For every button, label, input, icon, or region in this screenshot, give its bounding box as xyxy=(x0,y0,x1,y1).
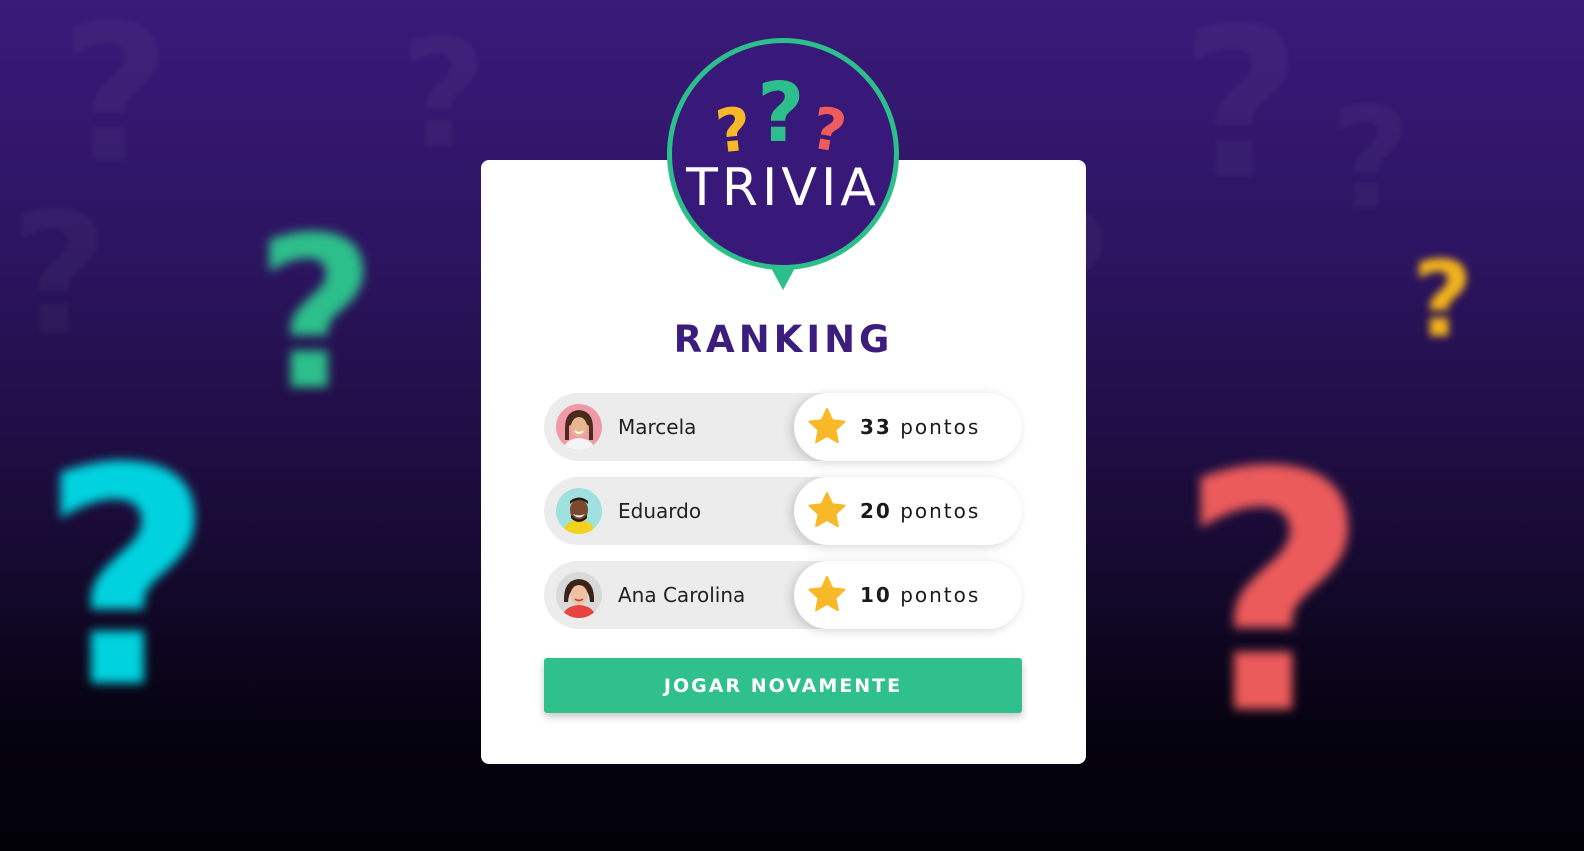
play-again-button[interactable]: JOGAR NOVAMENTE xyxy=(544,658,1022,713)
ranking-row: Eduardo 20 pontos xyxy=(544,477,1022,545)
score-text: 20 pontos xyxy=(860,477,980,545)
faint-question-icon: ? xyxy=(60,0,170,190)
avatar-ana-carolina xyxy=(556,572,602,618)
player-name: Ana Carolina xyxy=(618,583,746,607)
faint-question-icon: ? xyxy=(10,190,109,360)
star-icon xyxy=(808,408,846,444)
trivia-title: TRIVIA xyxy=(686,158,880,218)
cyan-question-icon: ? xyxy=(40,405,215,754)
faint-question-icon: ? xyxy=(400,20,487,170)
green-question-icon: ? xyxy=(255,192,377,437)
trivia-badge-circle: ? ? ? TRIVIA xyxy=(667,38,899,270)
player-name: Eduardo xyxy=(618,499,702,523)
faint-question-icon: ? xyxy=(1180,0,1302,210)
faint-question-icon: ? xyxy=(1330,90,1411,230)
score-pill: 20 pontos xyxy=(794,477,1022,545)
score-value: 20 xyxy=(860,499,892,523)
coral-question-icon: ? xyxy=(806,93,852,167)
star-icon xyxy=(808,576,846,612)
star-icon xyxy=(808,492,846,528)
score-value: 10 xyxy=(860,583,892,607)
ranking-row: Ana Carolina 10 pontos xyxy=(544,561,1022,629)
score-unit: pontos xyxy=(900,583,981,607)
score-unit: pontos xyxy=(900,415,981,439)
player-name: Marcela xyxy=(618,415,697,439)
green-question-icon: ? xyxy=(757,66,805,161)
coral-question-icon: ? xyxy=(1178,403,1370,787)
badge-pointer xyxy=(771,268,795,290)
score-unit: pontos xyxy=(900,499,981,523)
ranking-title: RANKING xyxy=(673,318,894,361)
score-pill: 33 pontos xyxy=(794,393,1022,461)
score-value: 33 xyxy=(860,415,892,439)
avatar-marcela xyxy=(556,404,602,450)
ranking-row: Marcela 33 pontos xyxy=(544,393,1022,461)
score-pill: 10 pontos xyxy=(794,561,1022,629)
trivia-logo: ? ? ? TRIVIA xyxy=(667,38,899,290)
score-text: 10 pontos xyxy=(860,561,980,629)
avatar-eduardo xyxy=(556,488,602,534)
yellow-question-icon: ? xyxy=(1412,239,1473,361)
score-text: 33 pontos xyxy=(860,393,980,461)
yellow-question-icon: ? xyxy=(712,94,755,168)
